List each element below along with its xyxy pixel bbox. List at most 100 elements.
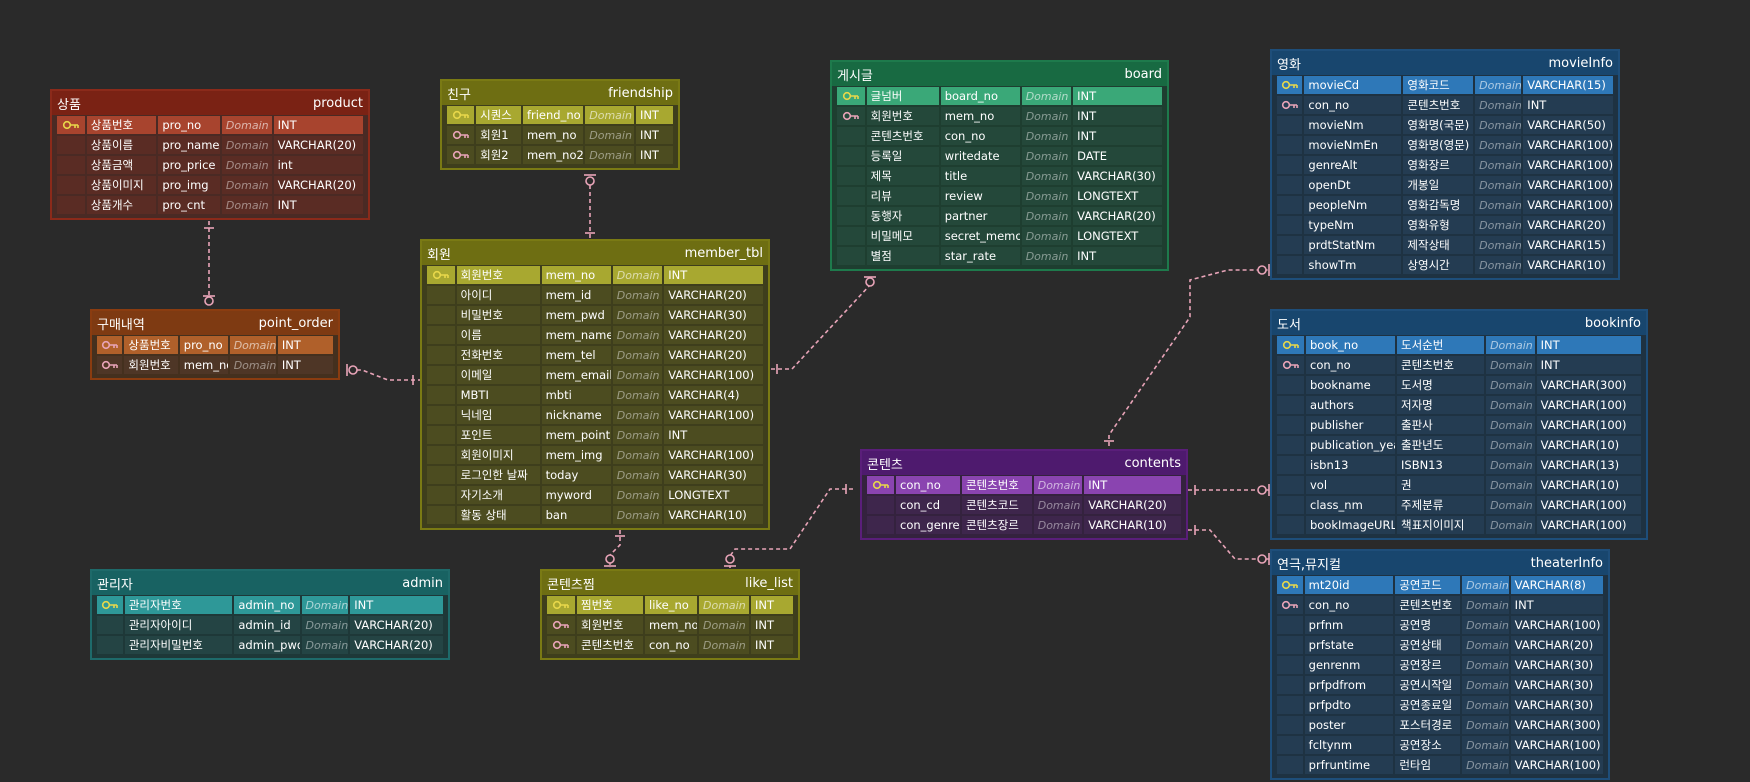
table-row[interactable]: 회원이미지 mem_img Domain VARCHAR(100) (426, 445, 764, 465)
table-bookinfo[interactable]: 도서 bookinfo book_no 도서순번 Domain INT con_no 콘텐… (1270, 309, 1648, 540)
table-row[interactable]: 상품이미지 pro_img Domain VARCHAR(20) (56, 175, 364, 195)
table-row[interactable]: 자기소개 myword Domain LONGTEXT (426, 485, 764, 505)
table-row[interactable]: 콘텐츠번호 con_no Domain INT (836, 126, 1163, 146)
table-row[interactable]: genreAlt 영화장르 Domain VARCHAR(100) (1276, 155, 1614, 175)
column-name: mem_no2 (522, 146, 584, 164)
table-member_tbl[interactable]: 회원 member_tbl 회원번호 mem_no Domain INT 아이디 mem_… (420, 239, 770, 530)
table-row[interactable]: con_cd 콘텐츠코드 Domain VARCHAR(20) (866, 495, 1182, 515)
table-row[interactable]: prfruntime 런타임 Domain VARCHAR(100) (1276, 755, 1604, 775)
table-row[interactable]: 닉네임 nickname Domain VARCHAR(100) (426, 405, 764, 425)
column-domain: Domain (612, 426, 663, 444)
table-row[interactable]: 아이디 mem_id Domain VARCHAR(20) (426, 285, 764, 305)
table-row[interactable]: con_no 콘텐츠번호 Domain INT (866, 475, 1182, 495)
table-board[interactable]: 게시글 board 글넘버 board_no Domain INT 회원번호 mem_no… (830, 60, 1169, 271)
table-row[interactable]: 상품금액 pro_price Domain int (56, 155, 364, 175)
table-row[interactable]: 상품번호 pro_no Domain INT (96, 335, 334, 355)
table-row[interactable]: peopleNm 영화감독명 Domain VARCHAR(100) (1276, 195, 1614, 215)
table-row[interactable]: 비밀번호 mem_pwd Domain VARCHAR(30) (426, 305, 764, 325)
table-row[interactable]: con_no 콘텐츠번호 Domain INT (1276, 95, 1614, 115)
table-row[interactable]: 리뷰 review Domain LONGTEXT (836, 186, 1163, 206)
table-row[interactable]: publication_year출판년도DomainVARCHAR(10) (1276, 435, 1642, 455)
table-row[interactable]: bookname 도서명 Domain VARCHAR(300) (1276, 375, 1642, 395)
table-row[interactable]: isbn13 ISBN13 Domain VARCHAR(13) (1276, 455, 1642, 475)
table-header[interactable]: 게시글 board (832, 62, 1167, 86)
table-row[interactable]: 회원2 mem_no2 Domain INT (446, 145, 674, 165)
table-like_list[interactable]: 콘텐츠찜 like_list 찜번호 like_no Domain INT 회원번호 me… (540, 569, 800, 660)
column-type: INT (635, 126, 673, 144)
table-friendship[interactable]: 친구 friendship 시퀀스 friend_no Domain INT 회원1 me… (440, 79, 680, 170)
table-row[interactable]: 상품이름 pro_name Domain VARCHAR(20) (56, 135, 364, 155)
table-point_order[interactable]: 구매내역 point_order 상품번호 pro_no Domain INT 회원번호… (90, 309, 340, 380)
table-header[interactable]: 관리자 admin (92, 571, 448, 595)
table-row[interactable]: fcltynm 공연장소 Domain VARCHAR(100) (1276, 735, 1604, 755)
table-row[interactable]: prfnm 공연명 Domain VARCHAR(100) (1276, 615, 1604, 635)
table-row[interactable]: 제목 title Domain VARCHAR(30) (836, 166, 1163, 186)
table-header[interactable]: 콘텐츠찜 like_list (542, 571, 798, 595)
table-row[interactable]: 등록일 writedate Domain DATE (836, 146, 1163, 166)
table-row[interactable]: 회원1 mem_no Domain INT (446, 125, 674, 145)
table-row[interactable]: class_nm 주제분류 Domain VARCHAR(100) (1276, 495, 1642, 515)
table-row[interactable]: 상품개수 pro_cnt Domain INT (56, 195, 364, 215)
table-header[interactable]: 구매내역 point_order (92, 311, 338, 335)
foreign-key-icon (97, 356, 123, 374)
table-row[interactable]: 관리자비밀번호 admin_pwd Domain VARCHAR(20) (96, 635, 444, 655)
table-contents[interactable]: 콘텐츠 contents con_no 콘텐츠번호 Domain INT con_cd 콘… (860, 449, 1188, 540)
table-row[interactable]: 이메일 mem_email Domain VARCHAR(100) (426, 365, 764, 385)
column-domain: Domain (1021, 107, 1072, 125)
table-row[interactable]: 전화번호 mem_tel Domain VARCHAR(20) (426, 345, 764, 365)
table-row[interactable]: 활동 상태 ban Domain VARCHAR(10) (426, 505, 764, 525)
table-row[interactable]: prdtStatNm 제작상태 Domain VARCHAR(15) (1276, 235, 1614, 255)
table-row[interactable]: 회원번호mem_noDomainINT (96, 355, 334, 375)
table-product[interactable]: 상품 product 상품번호 pro_no Domain INT 상품이름 pro_na… (50, 89, 370, 220)
table-row[interactable]: movieNm 영화명(국문) Domain VARCHAR(50) (1276, 115, 1614, 135)
table-row[interactable]: genrenm 공연장르 Domain VARCHAR(30) (1276, 655, 1604, 675)
column-type: VARCHAR(100) (1510, 756, 1603, 774)
table-row[interactable]: 회원번호mem_noDomainINT (546, 615, 794, 635)
table-header[interactable]: 연극,뮤지컬 theaterInfo (1272, 551, 1608, 575)
table-row[interactable]: bookImageURL 책표지이미지 Domain VARCHAR(100) (1276, 515, 1642, 535)
table-row[interactable]: poster 포스터경로 Domain VARCHAR(300) (1276, 715, 1604, 735)
table-row[interactable]: con_no 콘텐츠번호 Domain INT (1276, 595, 1604, 615)
table-row[interactable]: con_genre 콘텐츠장르 Domain VARCHAR(10) (866, 515, 1182, 535)
table-row[interactable]: 콘텐츠번호 con_no Domain INT (546, 635, 794, 655)
table-header[interactable]: 영화 movieInfo (1272, 51, 1618, 75)
table-row[interactable]: publisher 출판사 Domain VARCHAR(100) (1276, 415, 1642, 435)
table-row[interactable]: vol 권 Domain VARCHAR(10) (1276, 475, 1642, 495)
table-row[interactable]: prfpdto 공연종료일 Domain VARCHAR(30) (1276, 695, 1604, 715)
table-row[interactable]: 회원번호mem_noDomainINT (426, 265, 764, 285)
table-row[interactable]: prfpdfrom 공연시작일 Domain VARCHAR(30) (1276, 675, 1604, 695)
table-header[interactable]: 회원 member_tbl (422, 241, 768, 265)
table-admin[interactable]: 관리자 admin 관리자번호 admin_no Domain INT 관리자아이디 ad… (90, 569, 450, 660)
table-row[interactable]: typeNm 영화유형 Domain VARCHAR(20) (1276, 215, 1614, 235)
table-row[interactable]: 관리자아이디 admin_id Domain VARCHAR(20) (96, 615, 444, 635)
table-row[interactable]: 관리자번호 admin_no Domain INT (96, 595, 444, 615)
table-row[interactable]: 시퀀스 friend_no Domain INT (446, 105, 674, 125)
table-row[interactable]: 글넘버 board_no Domain INT (836, 86, 1163, 106)
table-row[interactable]: 포인트 mem_point Domain INT (426, 425, 764, 445)
table-row[interactable]: 찜번호 like_no Domain INT (546, 595, 794, 615)
column-domain: Domain (612, 446, 663, 464)
table-row[interactable]: 상품번호 pro_no Domain INT (56, 115, 364, 135)
table-row[interactable]: 이름 mem_name Domain VARCHAR(20) (426, 325, 764, 345)
table-row[interactable]: openDt 개봉일 Domain VARCHAR(100) (1276, 175, 1614, 195)
table-row[interactable]: movieCd 영화코드 Domain VARCHAR(15) (1276, 75, 1614, 95)
table-row[interactable]: authors 저자명 Domain VARCHAR(100) (1276, 395, 1642, 415)
table-row[interactable]: prfstate 공연상태 Domain VARCHAR(20) (1276, 635, 1604, 655)
table-row[interactable]: MBTI mbti Domain VARCHAR(4) (426, 385, 764, 405)
table-row[interactable]: showTm 상영시간 Domain VARCHAR(10) (1276, 255, 1614, 275)
table-row[interactable]: con_no 콘텐츠번호 Domain INT (1276, 355, 1642, 375)
table-theaterInfo[interactable]: 연극,뮤지컬 theaterInfo mt20id 공연코드 Domain VARCH… (1270, 549, 1610, 780)
table-row[interactable]: 회원번호mem_noDomainINT (836, 106, 1163, 126)
table-row[interactable]: 비밀메모 secret_memo Domain LONGTEXT (836, 226, 1163, 246)
table-row[interactable]: 로그인한 날짜 today Domain VARCHAR(30) (426, 465, 764, 485)
table-row[interactable]: movieNmEn 영화명(영문) Domain VARCHAR(100) (1276, 135, 1614, 155)
table-header[interactable]: 도서 bookinfo (1272, 311, 1646, 335)
table-row[interactable]: mt20id 공연코드 Domain VARCHAR(8) (1276, 575, 1604, 595)
table-row[interactable]: book_no 도서순번 Domain INT (1276, 335, 1642, 355)
table-header[interactable]: 콘텐츠 contents (862, 451, 1186, 475)
table-row[interactable]: 동행자 partner Domain VARCHAR(20) (836, 206, 1163, 226)
table-row[interactable]: 별점 star_rate Domain INT (836, 246, 1163, 266)
table-movieInfo[interactable]: 영화 movieInfo movieCd 영화코드 Domain VARCHAR(15… (1270, 49, 1620, 280)
table-header[interactable]: 친구 friendship (442, 81, 678, 105)
table-header[interactable]: 상품 product (52, 91, 368, 115)
